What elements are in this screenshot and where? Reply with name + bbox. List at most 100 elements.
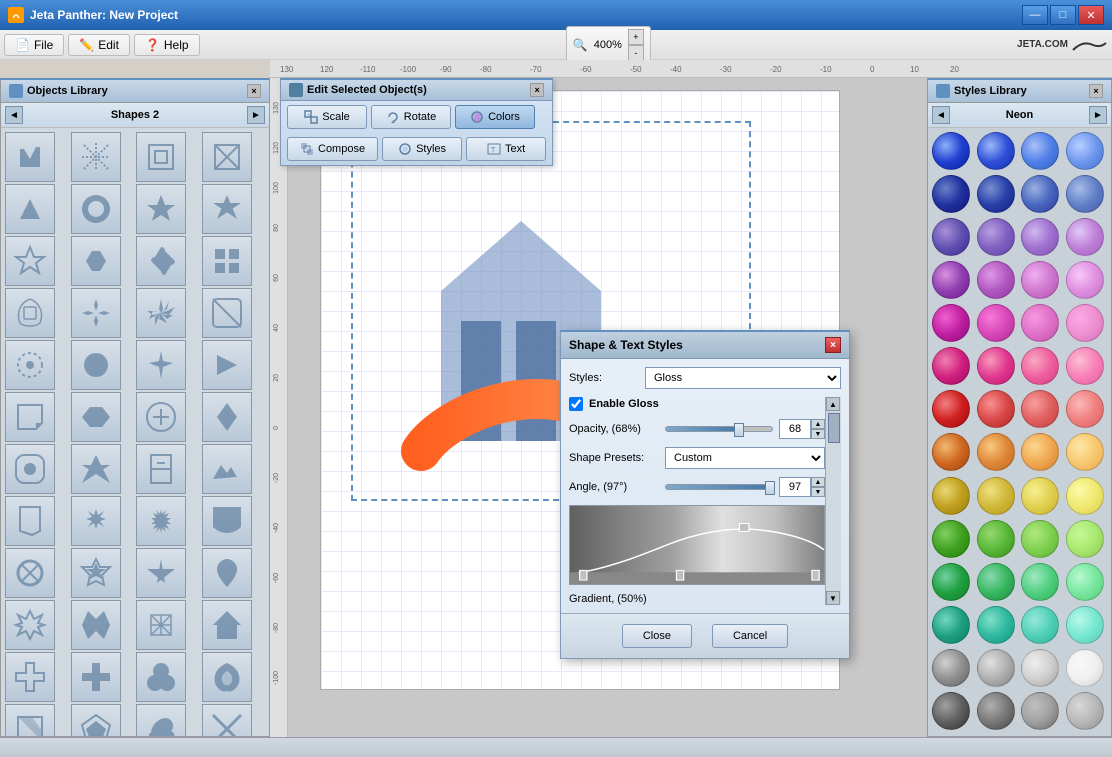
shape-cell[interactable] xyxy=(202,444,252,494)
shape-cell[interactable] xyxy=(202,132,252,182)
shape-cell[interactable] xyxy=(202,236,252,286)
shape-cell[interactable] xyxy=(136,444,186,494)
style-ball[interactable] xyxy=(1021,477,1059,515)
style-ball[interactable] xyxy=(977,477,1015,515)
shape-cell[interactable] xyxy=(5,184,55,234)
style-ball[interactable] xyxy=(1066,477,1104,515)
style-ball[interactable] xyxy=(1066,347,1104,385)
close-button[interactable]: ✕ xyxy=(1078,5,1104,25)
shape-cell[interactable] xyxy=(5,392,55,442)
styles-button[interactable]: Styles xyxy=(382,137,462,161)
shape-cell[interactable] xyxy=(136,236,186,286)
style-ball[interactable] xyxy=(932,261,970,299)
styles-next-button[interactable]: ► xyxy=(1089,106,1107,124)
style-ball[interactable] xyxy=(932,390,970,428)
style-ball[interactable] xyxy=(1021,304,1059,342)
gradient-display[interactable] xyxy=(569,505,825,585)
shape-cell[interactable] xyxy=(71,236,121,286)
style-ball[interactable] xyxy=(977,175,1015,213)
shape-cell[interactable] xyxy=(136,132,186,182)
shape-cell[interactable] xyxy=(136,184,186,234)
style-ball[interactable] xyxy=(1066,520,1104,558)
enable-gloss-checkbox[interactable] xyxy=(569,397,583,411)
shape-cell[interactable] xyxy=(5,340,55,390)
styles-select[interactable]: Gloss Flat Metallic xyxy=(645,367,841,389)
style-ball[interactable] xyxy=(977,606,1015,644)
shape-cell[interactable] xyxy=(202,496,252,546)
style-ball[interactable] xyxy=(977,649,1015,687)
style-ball[interactable] xyxy=(932,692,970,730)
scroll-down-button[interactable]: ▼ xyxy=(826,591,840,605)
shape-cell[interactable] xyxy=(202,652,252,702)
scroll-up-button[interactable]: ▲ xyxy=(826,397,840,411)
edit-toolbar-close[interactable]: × xyxy=(530,83,544,97)
opacity-input[interactable] xyxy=(779,419,811,439)
shape-cell[interactable] xyxy=(71,132,121,182)
style-ball[interactable] xyxy=(1066,390,1104,428)
scroll-thumb[interactable] xyxy=(828,413,840,443)
close-dialog-button[interactable]: Close xyxy=(622,624,692,648)
shape-cell[interactable] xyxy=(5,236,55,286)
shape-cell[interactable] xyxy=(136,704,186,736)
shape-cell[interactable] xyxy=(71,496,121,546)
style-ball[interactable] xyxy=(932,477,970,515)
style-ball[interactable] xyxy=(932,433,970,471)
style-ball[interactable] xyxy=(932,218,970,256)
objects-next-button[interactable]: ► xyxy=(247,106,265,124)
shape-cell[interactable] xyxy=(202,392,252,442)
style-ball[interactable] xyxy=(1021,175,1059,213)
dialog-close-button[interactable]: × xyxy=(825,337,841,353)
style-ball[interactable] xyxy=(1066,218,1104,256)
style-ball[interactable] xyxy=(932,520,970,558)
style-ball[interactable] xyxy=(1066,433,1104,471)
shape-cell[interactable] xyxy=(71,184,121,234)
shape-cell[interactable] xyxy=(202,184,252,234)
shape-cell[interactable] xyxy=(136,288,186,338)
shape-cell[interactable] xyxy=(71,600,121,650)
opacity-up-arrow[interactable]: ▲ xyxy=(811,419,825,429)
shape-cell[interactable] xyxy=(5,496,55,546)
style-ball[interactable] xyxy=(1066,132,1104,170)
angle-up-arrow[interactable]: ▲ xyxy=(811,477,825,487)
zoom-plus-button[interactable]: + xyxy=(628,29,644,45)
shape-cell[interactable] xyxy=(5,600,55,650)
shape-cell[interactable] xyxy=(71,548,121,598)
style-ball[interactable] xyxy=(977,304,1015,342)
style-ball[interactable] xyxy=(932,304,970,342)
style-ball[interactable] xyxy=(1066,175,1104,213)
angle-slider[interactable] xyxy=(665,484,773,490)
style-ball[interactable] xyxy=(977,261,1015,299)
shape-cell[interactable] xyxy=(202,288,252,338)
style-ball[interactable] xyxy=(1021,261,1059,299)
help-menu[interactable]: ❓ Help xyxy=(134,34,200,56)
shape-cell[interactable] xyxy=(5,444,55,494)
style-ball[interactable] xyxy=(977,218,1015,256)
style-ball[interactable] xyxy=(1021,649,1059,687)
cancel-dialog-button[interactable]: Cancel xyxy=(712,624,788,648)
shape-cell[interactable] xyxy=(5,132,55,182)
shape-cell[interactable] xyxy=(202,704,252,736)
style-ball[interactable] xyxy=(977,347,1015,385)
shape-cell[interactable] xyxy=(5,652,55,702)
shape-cell[interactable] xyxy=(136,600,186,650)
style-ball[interactable] xyxy=(1021,218,1059,256)
style-ball[interactable] xyxy=(977,390,1015,428)
shape-presets-select[interactable]: Custom Linear Radial xyxy=(665,447,825,469)
style-ball[interactable] xyxy=(977,132,1015,170)
compose-button[interactable]: Compose xyxy=(287,137,378,161)
style-ball[interactable] xyxy=(1021,433,1059,471)
style-ball[interactable] xyxy=(932,347,970,385)
shape-cell[interactable] xyxy=(5,288,55,338)
style-ball[interactable] xyxy=(1021,692,1059,730)
style-ball[interactable] xyxy=(932,563,970,601)
style-ball[interactable] xyxy=(1066,692,1104,730)
shape-cell[interactable] xyxy=(136,652,186,702)
style-ball[interactable] xyxy=(1066,649,1104,687)
opacity-down-arrow[interactable]: ▼ xyxy=(811,429,825,439)
scale-button[interactable]: Scale xyxy=(287,105,367,129)
style-ball[interactable] xyxy=(1021,347,1059,385)
style-ball[interactable] xyxy=(1066,304,1104,342)
edit-menu[interactable]: ✏️ Edit xyxy=(68,34,130,56)
style-ball[interactable] xyxy=(977,692,1015,730)
shape-cell[interactable] xyxy=(136,548,186,598)
